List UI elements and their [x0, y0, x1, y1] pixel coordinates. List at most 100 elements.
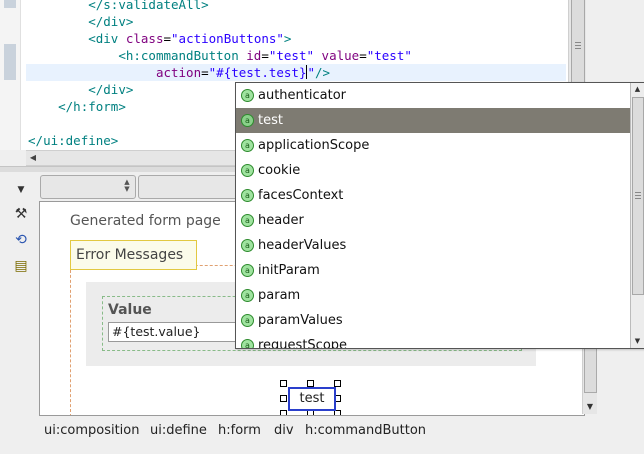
autocomplete-item-label: param [258, 288, 301, 303]
autocomplete-item[interactable]: a test [236, 108, 630, 133]
resize-handle[interactable] [334, 380, 341, 387]
code-bracket: > [110, 133, 119, 148]
code-string: " [307, 65, 316, 80]
code-equals: = [201, 65, 209, 80]
refresh-icon[interactable]: ⟲ [12, 231, 30, 249]
code-equals: = [261, 48, 269, 63]
autocomplete-item[interactable]: a param [236, 283, 630, 308]
code-bracket: > [118, 99, 126, 114]
code-bracket: </ [88, 82, 104, 97]
autocomplete-popup[interactable]: a authenticator a test a applicationScope a coo… [235, 82, 644, 349]
code-line: </h:form> [28, 98, 126, 115]
tools-icon[interactable]: ⚒ [12, 205, 30, 223]
code-line: </div> [28, 13, 133, 30]
code-bracket: > [283, 31, 292, 46]
attribute-icon: a [241, 264, 254, 277]
scroll-thumb[interactable] [571, 0, 585, 91]
code-attribute: action [155, 65, 202, 80]
change-marker [4, 44, 16, 80]
autocomplete-item[interactable]: a facesContext [236, 183, 630, 208]
autocomplete-item[interactable]: a applicationScope [236, 133, 630, 158]
autocomplete-item-label: authenticator [258, 88, 346, 103]
scroll-down-icon[interactable]: ▼ [631, 335, 644, 348]
breadcrumb-item[interactable]: ui:composition [44, 423, 140, 438]
autocomplete-item-label: facesContext [258, 188, 344, 203]
breadcrumb-item[interactable]: div [274, 423, 294, 438]
attribute-icon: a [241, 89, 254, 102]
breadcrumb-item[interactable]: h:commandButton [305, 423, 426, 438]
autocomplete-item-label: header [258, 213, 304, 228]
autocomplete-item-label: headerValues [258, 238, 347, 253]
autocomplete-item[interactable]: a paramValues [236, 308, 630, 333]
selected-command-button[interactable]: test [288, 387, 336, 411]
code-line: </ui:define> [28, 132, 118, 149]
change-marker [4, 0, 16, 8]
autocomplete-item[interactable]: a cookie [236, 158, 630, 183]
code-tag: div [95, 31, 119, 46]
scroll-up-icon[interactable]: ▲ [631, 83, 644, 96]
page-title: Generated form page [70, 213, 221, 229]
code-line: <h:commandButton id="test" value="test" [28, 47, 412, 64]
autocomplete-item[interactable]: a requestScope [236, 333, 630, 348]
attribute-icon: a [241, 139, 254, 152]
code-equals: = [359, 48, 367, 63]
autocomplete-scrollbar[interactable]: ▲ ▼ [630, 83, 644, 348]
attribute-icon: a [241, 339, 254, 348]
code-bracket: > [125, 14, 134, 29]
code-line: action="#{test.test}"/> [28, 64, 330, 81]
code-string: "actionButtons" [171, 31, 284, 46]
style-class-combo[interactable]: ▲ ▼ [40, 175, 136, 199]
breadcrumb-item[interactable]: ui:define [150, 423, 207, 438]
code-attribute: class [125, 31, 164, 46]
attribute-icon: a [241, 214, 254, 227]
breadcrumb-item[interactable]: h:form [218, 423, 261, 438]
code-bracket: > [201, 0, 209, 12]
chevron-down-icon[interactable]: ▼ [12, 181, 30, 199]
scroll-thumb[interactable] [632, 97, 644, 295]
attribute-icon: a [241, 164, 254, 177]
error-messages-box[interactable]: Error Messages [70, 240, 197, 270]
code-line: </s:validateAll> [28, 0, 209, 13]
code-tag: div [103, 14, 126, 29]
code-attribute: id [246, 48, 262, 63]
spinner-icon[interactable]: ▲ ▼ [122, 179, 132, 193]
resize-handle[interactable] [280, 410, 287, 415]
resize-handle[interactable] [307, 380, 314, 387]
autocomplete-item-label: initParam [258, 263, 320, 278]
autocomplete-item[interactable]: a header [236, 208, 630, 233]
code-attribute: value [321, 48, 360, 63]
code-tag: h:form [73, 99, 119, 114]
autocomplete-item[interactable]: a headerValues [236, 233, 630, 258]
resize-handle[interactable] [280, 380, 287, 387]
code-bracket: </ [28, 133, 44, 148]
resize-handle[interactable] [280, 395, 287, 402]
editor-gutter [0, 0, 21, 150]
scroll-left-icon[interactable]: ◀ [26, 151, 40, 165]
code-line: <div class="actionButtons"> [28, 30, 291, 47]
preview-icon[interactable]: ▤ [12, 257, 30, 275]
code-tag: h:commandButton [125, 48, 239, 63]
autocomplete-item[interactable]: a initParam [236, 258, 630, 283]
code-bracket: < [118, 48, 126, 63]
breadcrumb: ui:composition ui:define h:form div h:co… [0, 418, 644, 444]
code-tag: s:validateAll [103, 0, 202, 12]
visual-toolbar: ▼ ⚒ ⟲ ▤ [0, 173, 40, 413]
scroll-down-icon[interactable]: ▼ [583, 400, 597, 414]
attribute-icon: a [241, 289, 254, 302]
value-input[interactable]: #{test.value} [108, 322, 243, 342]
attribute-icon: a [241, 314, 254, 327]
code-bracket: > [125, 82, 134, 97]
code-bracket: </ [88, 0, 104, 12]
autocomplete-item-label: cookie [258, 163, 301, 178]
autocomplete-item[interactable]: a authenticator [236, 83, 630, 108]
code-tag: ui:define [43, 133, 111, 148]
code-string: "#{test.test} [208, 65, 307, 80]
